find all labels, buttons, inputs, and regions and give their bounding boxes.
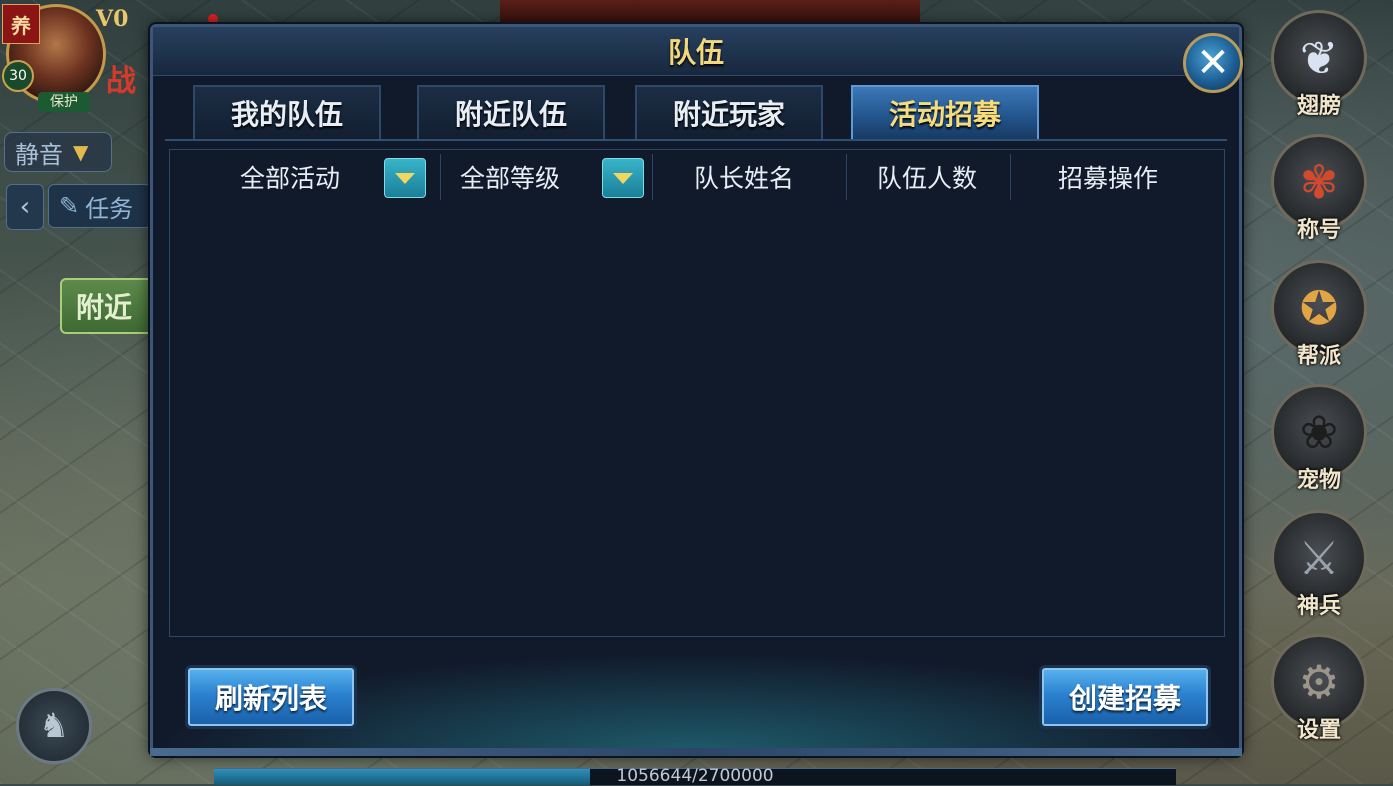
tab-nearby-teams[interactable]: 附近队伍 bbox=[417, 85, 605, 141]
side-item-pet[interactable]: ❀ 宠物 bbox=[1267, 384, 1371, 493]
side-item-guild[interactable]: ✪ 帮派 bbox=[1267, 260, 1371, 369]
mute-label: 静音 bbox=[15, 140, 63, 169]
level-filter-dropdown[interactable] bbox=[602, 158, 644, 198]
experience-text: 1056644/2700000 bbox=[616, 766, 774, 786]
task-icon: ✎ bbox=[59, 192, 80, 220]
chevron-down-icon: ▼ bbox=[73, 140, 89, 164]
recruit-action-header: 招募操作 bbox=[1057, 164, 1158, 193]
recruit-list-panel: 全部活动 全部等级 队长姓名 队伍人数 招募操作 bbox=[169, 149, 1225, 637]
mute-dropdown[interactable]: 静音 ▼ bbox=[4, 132, 112, 172]
mount-horse-icon[interactable]: ♞ bbox=[16, 688, 92, 764]
column-divider bbox=[652, 154, 653, 200]
side-item-wing[interactable]: ❦ 翅膀 bbox=[1267, 10, 1371, 119]
side-item-label: 翅膀 bbox=[1296, 93, 1341, 119]
team-dialog: 队伍 ✕ 我的队伍 附近队伍 附近玩家 活动招募 全部活动 全部等级 队长姓名 … bbox=[150, 24, 1243, 756]
task-button[interactable]: ✎ 任务 bbox=[48, 184, 152, 228]
raise-badge[interactable]: 养 bbox=[2, 4, 40, 44]
side-item-label: 神兵 bbox=[1296, 593, 1341, 619]
create-recruit-button[interactable]: 创建招募 bbox=[1039, 665, 1211, 729]
refresh-list-button[interactable]: 刷新列表 bbox=[185, 665, 357, 729]
dropdown-arrow-icon bbox=[395, 172, 415, 184]
task-label: 任务 bbox=[85, 194, 134, 223]
side-item-label: 称号 bbox=[1296, 217, 1341, 243]
tab-underline bbox=[165, 139, 1227, 141]
leader-name-header: 队长姓名 bbox=[693, 164, 794, 193]
side-item-label: 帮派 bbox=[1296, 343, 1341, 369]
dropdown-arrow-icon bbox=[613, 172, 633, 184]
vip-level[interactable]: V0 bbox=[96, 6, 128, 32]
tab-my-team[interactable]: 我的队伍 bbox=[193, 85, 381, 141]
dialog-header: 队伍 bbox=[153, 27, 1239, 76]
side-item-label: 设置 bbox=[1296, 717, 1341, 743]
battle-power-label: 战 bbox=[106, 64, 136, 99]
activity-filter-dropdown[interactable] bbox=[384, 158, 426, 198]
dialog-bottom-frame bbox=[150, 748, 1242, 756]
side-item-weapon[interactable]: ⚔ 神兵 bbox=[1267, 510, 1371, 619]
side-item-label: 宠物 bbox=[1296, 467, 1341, 493]
level-filter-label[interactable]: 全部等级 bbox=[430, 150, 590, 204]
side-item-settings[interactable]: ⚙ 设置 bbox=[1267, 634, 1371, 743]
experience-bar: 1056644/2700000 bbox=[214, 766, 1176, 786]
tab-nearby-players[interactable]: 附近玩家 bbox=[635, 85, 823, 141]
dialog-title: 队伍 bbox=[667, 36, 724, 69]
right-side-menu: ❦ 翅膀 ✾ 称号 ✪ 帮派 ❀ 宠物 ⚔ 神兵 ⚙ 设置 bbox=[1243, 0, 1393, 784]
close-icon[interactable]: ✕ bbox=[1183, 33, 1243, 93]
side-item-title[interactable]: ✾ 称号 bbox=[1267, 134, 1371, 243]
activity-filter-label[interactable]: 全部活动 bbox=[210, 150, 370, 204]
tab-event-recruit[interactable]: 活动招募 bbox=[851, 85, 1039, 141]
protect-mode-label[interactable]: 保护 bbox=[38, 92, 90, 112]
player-level-badge: 30 bbox=[2, 60, 34, 92]
notification-dot bbox=[208, 14, 218, 24]
member-count-header: 队伍人数 bbox=[876, 164, 977, 193]
collapse-arrow-icon[interactable]: ‹ bbox=[6, 184, 44, 230]
column-header-row: 全部活动 全部等级 队长姓名 队伍人数 招募操作 bbox=[170, 150, 1224, 204]
